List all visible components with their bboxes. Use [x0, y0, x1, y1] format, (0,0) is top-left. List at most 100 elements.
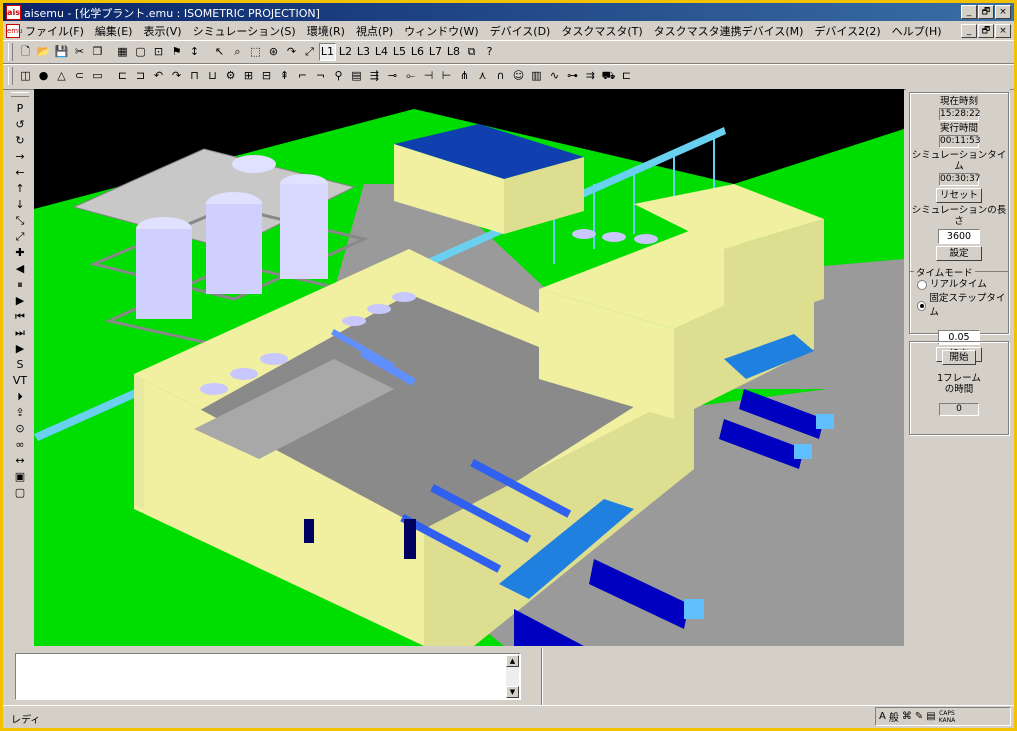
- extend-down-icon[interactable]: ↓: [9, 197, 31, 213]
- menu-viewpoint[interactable]: 視点(P): [356, 23, 393, 39]
- new-file-icon[interactable]: 🗋: [17, 43, 34, 61]
- double-arrow-icon[interactable]: ⇉: [582, 67, 599, 85]
- ime-tool-icon[interactable]: ▤: [926, 711, 935, 722]
- app-icon[interactable]: ais: [6, 5, 21, 20]
- message-log[interactable]: ▲ ▼: [15, 653, 521, 700]
- sensor-icon[interactable]: ⊸: [384, 67, 401, 85]
- extend-right-icon[interactable]: →: [9, 149, 31, 165]
- menu-environment[interactable]: 環境(R): [307, 23, 345, 39]
- save-icon[interactable]: 💾: [53, 43, 70, 61]
- box-icon[interactable]: ◫: [17, 67, 34, 85]
- dotted-frame-icon[interactable]: ⊡: [150, 43, 167, 61]
- start-button[interactable]: 開始: [942, 350, 976, 365]
- layer-l1-button[interactable]: L1: [319, 43, 336, 61]
- crane-icon[interactable]: ⌐: [294, 67, 311, 85]
- layer-l6-button[interactable]: L6: [409, 43, 426, 61]
- plate-icon[interactable]: ▭: [89, 67, 106, 85]
- pointer-icon[interactable]: ↖: [211, 43, 228, 61]
- lift-icon[interactable]: ⇞: [276, 67, 293, 85]
- play-icon[interactable]: ▶: [9, 341, 31, 357]
- layer-l5-button[interactable]: L5: [391, 43, 408, 61]
- child-restore-button[interactable]: 🗗: [978, 24, 994, 38]
- pusher-icon[interactable]: ⊣: [420, 67, 437, 85]
- rack-icon[interactable]: ⊓: [186, 67, 203, 85]
- menu-simulation[interactable]: シミュレーション(S): [193, 23, 296, 39]
- skip-icon[interactable]: ⏭: [9, 325, 31, 341]
- pick-icon[interactable]: ⌕: [229, 43, 246, 61]
- 3d-viewport[interactable]: [34, 89, 904, 646]
- measure-icon[interactable]: ↔: [9, 453, 31, 469]
- rotate-cw-icon[interactable]: ↻: [9, 133, 31, 149]
- menu-window[interactable]: ウィンドウ(W): [404, 23, 478, 39]
- agv-icon[interactable]: ⇶: [366, 67, 383, 85]
- crane-2-icon[interactable]: ¬: [312, 67, 329, 85]
- toolbar-grip[interactable]: [8, 67, 13, 85]
- view-iso-icon[interactable]: ⬚: [247, 43, 264, 61]
- extend-up-icon[interactable]: ↑: [9, 181, 31, 197]
- gear-icon[interactable]: ⚙: [222, 67, 239, 85]
- copy-icon[interactable]: ❐: [89, 43, 106, 61]
- layer-l8-button[interactable]: L8: [445, 43, 462, 61]
- toolbar-grip[interactable]: [11, 92, 29, 97]
- menu-view[interactable]: 表示(V): [143, 23, 181, 39]
- sim-length-input[interactable]: 3600: [938, 229, 980, 244]
- transfer-icon[interactable]: ⊢: [438, 67, 455, 85]
- s-tool-icon[interactable]: S: [9, 357, 31, 373]
- ime-pad-icon[interactable]: ✎: [915, 711, 923, 722]
- menu-taskmaster-device[interactable]: タスクマスタ連携デバイス(M): [654, 23, 804, 39]
- link-icon[interactable]: ⊶: [564, 67, 581, 85]
- path-icon[interactable]: ∿: [546, 67, 563, 85]
- table-icon[interactable]: ▥: [528, 67, 545, 85]
- cylinder-icon[interactable]: ⊂: [71, 67, 88, 85]
- stacker-icon[interactable]: ⊞: [240, 67, 257, 85]
- branch-icon[interactable]: ⋔: [456, 67, 473, 85]
- export-icon[interactable]: ⇪: [9, 405, 31, 421]
- grid-icon[interactable]: ▦: [114, 43, 131, 61]
- dock-icon[interactable]: ⊏: [618, 67, 635, 85]
- person-icon[interactable]: ☺: [510, 67, 527, 85]
- ime-mode-icon[interactable]: A: [879, 711, 886, 722]
- arch-icon[interactable]: ∩: [492, 67, 509, 85]
- ime-dictionary-icon[interactable]: ⌘: [902, 711, 912, 722]
- extend-left-icon[interactable]: ←: [9, 165, 31, 181]
- minimize-button[interactable]: _: [961, 5, 977, 19]
- menu-edit[interactable]: 編集(E): [95, 23, 133, 39]
- zoom-icon[interactable]: ⤢: [301, 43, 318, 61]
- menu-taskmaster[interactable]: タスクマスタ(T): [561, 23, 642, 39]
- sensor-2-icon[interactable]: ⟜: [402, 67, 419, 85]
- resize-icon[interactable]: ⤡: [9, 213, 31, 229]
- rotate-ccw-icon[interactable]: ↺: [9, 117, 31, 133]
- triangle-icon[interactable]: △: [53, 67, 70, 85]
- vt-tool-icon[interactable]: VT: [9, 373, 31, 389]
- p-tool-icon[interactable]: P: [9, 101, 31, 117]
- realtime-radio[interactable]: リアルタイム: [917, 278, 1008, 292]
- toolbar-grip[interactable]: [8, 43, 13, 61]
- ime-conversion[interactable]: 般: [889, 709, 899, 724]
- scroll-down-icon[interactable]: ▼: [506, 686, 519, 698]
- cut-icon[interactable]: ✂: [71, 43, 88, 61]
- reset-button[interactable]: リセット: [936, 188, 982, 203]
- add-icon[interactable]: ✚: [9, 245, 31, 261]
- layer-l2-button[interactable]: L2: [337, 43, 354, 61]
- menu-device2[interactable]: デバイス2(2): [814, 23, 880, 39]
- curve-conveyor-2-icon[interactable]: ↷: [168, 67, 185, 85]
- rack-2-icon[interactable]: ⊔: [204, 67, 221, 85]
- vertical-scrollbar[interactable]: ▲ ▼: [506, 655, 519, 698]
- camera-icon[interactable]: ⊙: [9, 421, 31, 437]
- step-forward-icon[interactable]: ▶: [9, 293, 31, 309]
- auto-play-icon[interactable]: ⏵: [9, 389, 31, 405]
- document-icon[interactable]: emu: [6, 24, 23, 38]
- set-length-button[interactable]: 設定: [936, 246, 982, 261]
- conveyor-icon[interactable]: ⊏: [114, 67, 131, 85]
- open-folder-icon[interactable]: 📂: [35, 43, 52, 61]
- menu-help[interactable]: ヘルプ(H): [892, 23, 942, 39]
- step-back-icon[interactable]: ◀: [9, 261, 31, 277]
- rotate-icon[interactable]: ↷: [283, 43, 300, 61]
- avi-record-icon[interactable]: ▣: [9, 469, 31, 485]
- help-icon[interactable]: ?: [481, 43, 498, 61]
- merge-icon[interactable]: ⋏: [474, 67, 491, 85]
- layer-l4-button[interactable]: L4: [373, 43, 390, 61]
- layer-l3-button[interactable]: L3: [355, 43, 372, 61]
- robot-icon[interactable]: ⚲: [330, 67, 347, 85]
- link-icon[interactable]: ∞: [9, 437, 31, 453]
